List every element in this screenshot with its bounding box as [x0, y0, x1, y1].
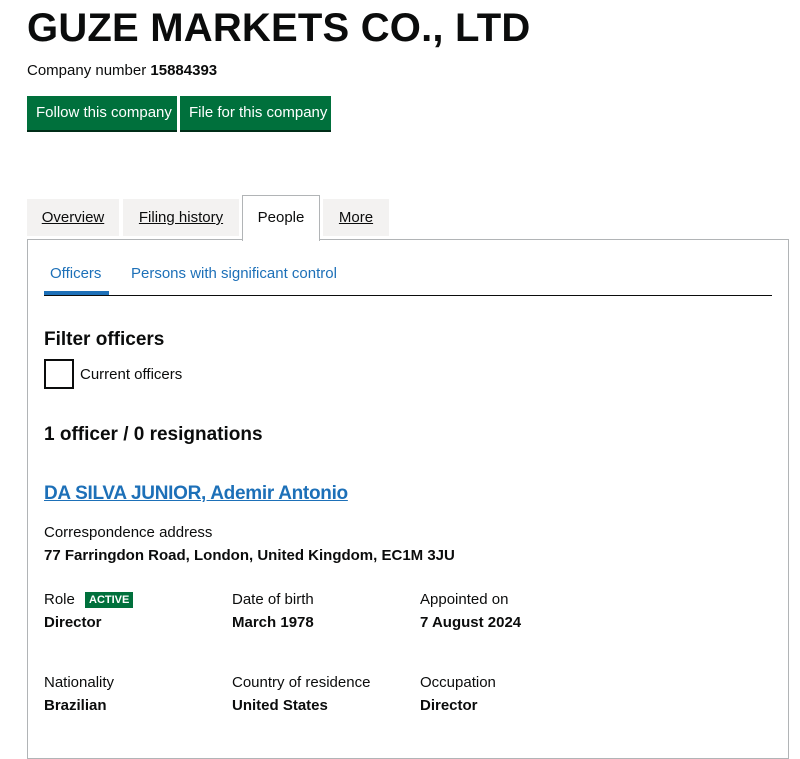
occupation-label: Occupation	[420, 674, 496, 691]
filter-heading: Filter officers	[44, 329, 165, 350]
appointed-value: 7 August 2024	[420, 614, 522, 631]
company-number-value: 15884393	[150, 62, 218, 79]
address-value: 77 Farringdon Road, London, United Kingd…	[44, 547, 455, 564]
tab-people[interactable]: People	[242, 195, 320, 241]
dob-label: Date of birth	[232, 591, 314, 608]
residence-label: Country of residence	[232, 674, 371, 691]
role-label: Role	[44, 591, 75, 608]
role-value: Director	[44, 614, 102, 631]
appointed-label: Appointed on	[420, 591, 509, 608]
current-officers-checkbox[interactable]	[44, 359, 74, 389]
company-number-label: Company number	[27, 62, 147, 79]
nationality-value: Brazilian	[44, 697, 107, 714]
current-officers-label[interactable]: Current officers	[80, 366, 182, 384]
officer-summary: 1 officer / 0 resignations	[44, 424, 263, 445]
tab-overview[interactable]: Overview	[27, 199, 119, 236]
dob-value: March 1978	[232, 614, 314, 631]
subtab-persons-with-significant-control[interactable]: Persons with significant control	[131, 265, 337, 283]
status-badge: ACTIVE	[85, 592, 134, 608]
tab-more[interactable]: More	[323, 199, 389, 236]
subtab-divider	[44, 295, 772, 296]
occupation-value: Director	[420, 697, 478, 714]
address-label: Correspondence address	[44, 524, 213, 541]
follow-company-button[interactable]: Follow this company	[27, 96, 177, 130]
tab-filing-history[interactable]: Filing history	[123, 199, 239, 236]
residence-value: United States	[232, 697, 328, 714]
nationality-label: Nationality	[44, 674, 115, 691]
company-name: GUZE MARKETS CO., LTD	[27, 6, 531, 50]
company-number: Company number 15884393	[27, 62, 217, 80]
subtab-officers[interactable]: Officers	[50, 265, 101, 283]
officer-name-link[interactable]: DA SILVA JUNIOR, Ademir Antonio	[44, 483, 348, 505]
file-for-company-button[interactable]: File for this company	[180, 96, 331, 130]
